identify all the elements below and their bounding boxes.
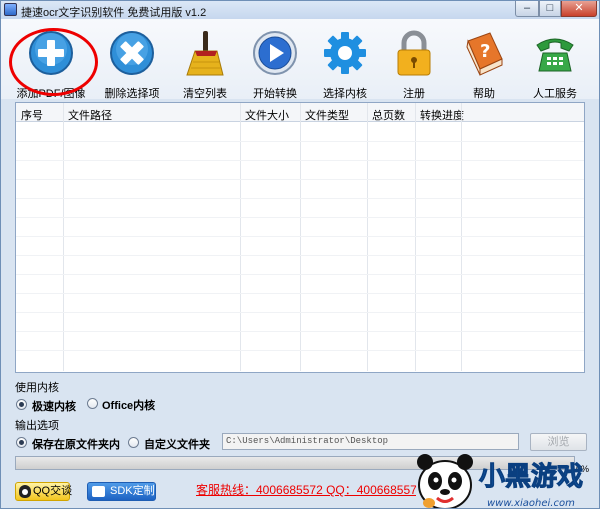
fast-kernel-radio[interactable] — [16, 399, 27, 410]
minimize-button[interactable]: – — [515, 1, 539, 17]
save-original-folder-radio[interactable] — [16, 437, 27, 448]
office-kernel-label[interactable]: Office内核 — [102, 397, 155, 413]
lock-icon — [390, 29, 438, 77]
custom-folder-label[interactable]: 自定义文件夹 — [144, 436, 210, 452]
toolbar: 添加PDF/图像 删除选择项 清空列表 开始转换 选择内核 注册 ? 帮助 人工… — [1, 19, 599, 100]
row-line — [16, 217, 584, 218]
qq-chat-button[interactable]: QQ交谈 — [15, 482, 73, 501]
row-line — [16, 350, 584, 351]
maximize-button[interactable]: □ — [539, 1, 561, 17]
row-line — [16, 198, 584, 199]
add-pdf-image-button[interactable]: 添加PDF/图像 — [13, 27, 89, 100]
row-line — [16, 331, 584, 332]
plus-circle-icon — [27, 29, 75, 77]
x-circle-icon — [108, 29, 156, 77]
kernel-section-title: 使用内核 — [15, 382, 59, 394]
manual-service-label: 人工服务 — [533, 88, 577, 100]
broom-icon — [181, 29, 229, 77]
qq-penguin-icon — [19, 485, 31, 498]
svg-text:?: ? — [480, 41, 490, 62]
sdk-custom-label: SDK定制 — [110, 485, 155, 497]
output-section-title: 输出选项 — [15, 420, 59, 432]
play-icon — [251, 29, 299, 77]
title-bar[interactable]: 捷速ocr文字识别软件 免费试用版 v1.2 – □ ✕ — [1, 1, 599, 19]
row-line — [16, 293, 584, 294]
add-pdf-image-label: 添加PDF/图像 — [16, 88, 86, 100]
row-line — [16, 255, 584, 256]
app-icon — [4, 3, 17, 16]
watermark-title: 小黑游戏 — [479, 462, 583, 492]
office-kernel-radio[interactable] — [87, 398, 98, 409]
close-button[interactable]: ✕ — [561, 1, 597, 17]
row-line — [16, 179, 584, 180]
row-line — [16, 141, 584, 142]
qq-chat-label: QQ交谈 — [33, 485, 73, 497]
app-window: 捷速ocr文字识别软件 免费试用版 v1.2 – □ ✕ 添加PDF/图像 删除… — [0, 0, 600, 509]
fast-kernel-label[interactable]: 极速内核 — [32, 398, 76, 414]
sdk-icon — [92, 486, 105, 497]
manual-service-button[interactable]: 人工服务 — [517, 27, 593, 100]
save-original-folder-label[interactable]: 保存在原文件夹内 — [32, 436, 120, 452]
help-book-icon: ? — [460, 29, 508, 77]
file-table[interactable]: 序号 文件路径 文件大小 文件类型 总页数 转换进度 — [15, 102, 585, 373]
window-title: 捷速ocr文字识别软件 免费试用版 v1.2 — [21, 7, 207, 19]
xiaohei-watermark: 小黑游戏 www.xiaohei.com — [409, 445, 599, 509]
delete-selected-button[interactable]: 删除选择项 — [94, 27, 170, 100]
row-line — [16, 236, 584, 237]
phone-icon — [531, 29, 579, 77]
watermark-url: www.xiaohei.com — [487, 498, 575, 509]
row-line — [16, 274, 584, 275]
hotline-link[interactable]: 客服热线：4006685572 QQ：4006685572 — [196, 481, 416, 498]
row-line — [16, 312, 584, 313]
sdk-custom-button[interactable]: SDK定制 — [87, 482, 156, 501]
row-line — [16, 160, 584, 161]
custom-folder-radio[interactable] — [128, 437, 139, 448]
gear-icon — [321, 29, 369, 77]
